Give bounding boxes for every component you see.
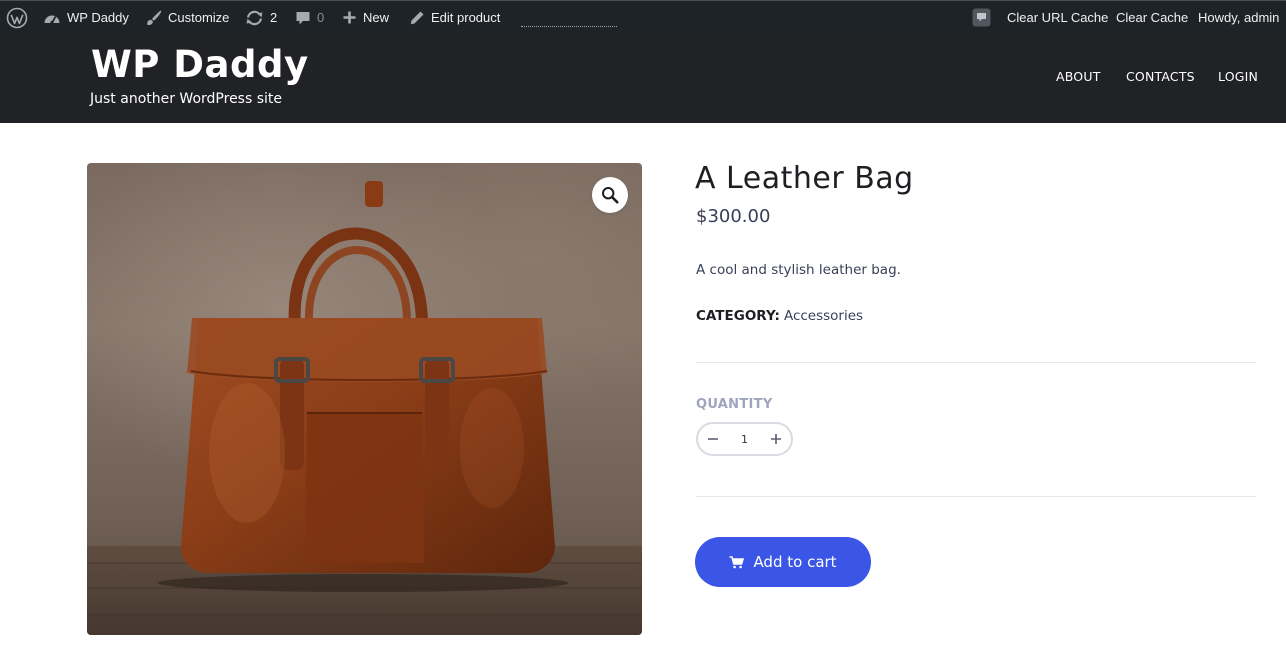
product-meta: CATEGORY: Accessories xyxy=(696,308,863,324)
zoom-button[interactable] xyxy=(592,177,628,213)
product-title: A Leather Bag xyxy=(695,161,914,196)
divider xyxy=(696,496,1256,497)
comments-link[interactable]: 0 xyxy=(295,1,324,34)
quantity-decrease-button[interactable] xyxy=(698,424,728,454)
add-to-cart-label: Add to cart xyxy=(753,553,837,571)
minus-icon xyxy=(708,438,718,440)
wordpress-menu[interactable] xyxy=(6,1,28,34)
quantity-stepper xyxy=(696,422,793,456)
divider xyxy=(696,362,1256,363)
zoom-icon xyxy=(602,187,619,204)
clear-url-cache-label: Clear URL Cache xyxy=(1007,10,1109,25)
nav-login[interactable]: LOGIN xyxy=(1218,69,1258,84)
clear-cache-label: Clear Cache xyxy=(1116,10,1189,25)
quantity-label: QUANTITY xyxy=(696,397,773,412)
edit-product-link[interactable]: Edit product xyxy=(409,1,500,34)
category-label: CATEGORY: xyxy=(696,308,780,324)
product-image[interactable] xyxy=(87,163,642,635)
category-link[interactable]: Accessories xyxy=(784,308,863,324)
product-description: A cool and stylish leather bag. xyxy=(696,262,901,278)
greeting-label: Howdy, admin xyxy=(1198,10,1280,25)
cache-status[interactable] xyxy=(972,1,991,34)
brush-icon xyxy=(147,10,162,26)
comment-icon xyxy=(296,11,310,24)
site-tagline: Just another WordPress site xyxy=(90,91,283,107)
updates-link[interactable]: 2 xyxy=(245,1,277,34)
quantity-increase-button[interactable] xyxy=(761,424,791,454)
comments-count: 0 xyxy=(317,10,325,25)
dashboard-icon xyxy=(44,15,60,24)
admin-bar: WP Daddy Customize 2 0 New Edit product … xyxy=(0,0,1286,33)
leather-bag-illustration xyxy=(87,181,642,635)
site-name-label: WP Daddy xyxy=(67,10,129,25)
product-price: $300.00 xyxy=(696,206,771,227)
updates-icon xyxy=(246,10,263,25)
edit-product-label: Edit product xyxy=(431,10,501,25)
cache-icon xyxy=(972,8,991,27)
customize-label: Customize xyxy=(168,10,230,25)
quantity-input[interactable] xyxy=(728,424,761,454)
plus-icon xyxy=(343,11,356,24)
new-content-menu[interactable]: New xyxy=(342,1,389,34)
wordpress-icon xyxy=(6,7,28,28)
clear-url-cache-link[interactable]: Clear URL Cache xyxy=(1007,1,1108,34)
updates-count: 2 xyxy=(270,10,278,25)
nav-about[interactable]: ABOUT xyxy=(1056,69,1101,84)
site-header: WP Daddy Just another WordPress site ABO… xyxy=(0,33,1286,123)
customize-link[interactable]: Customize xyxy=(145,1,229,34)
clear-cache-link[interactable]: Clear Cache xyxy=(1116,1,1188,34)
account-menu[interactable]: Howdy, admin xyxy=(1198,1,1279,34)
pencil-icon xyxy=(410,11,424,24)
new-label: New xyxy=(363,10,390,25)
admin-bar-placeholder-line xyxy=(521,26,617,27)
nav-contacts[interactable]: CONTACTS xyxy=(1126,69,1195,84)
site-title[interactable]: WP Daddy xyxy=(91,43,309,87)
site-name-menu[interactable]: WP Daddy xyxy=(43,1,129,34)
add-to-cart-button[interactable]: Add to cart xyxy=(695,537,871,587)
cart-icon xyxy=(729,555,745,568)
plus-icon xyxy=(771,434,781,444)
